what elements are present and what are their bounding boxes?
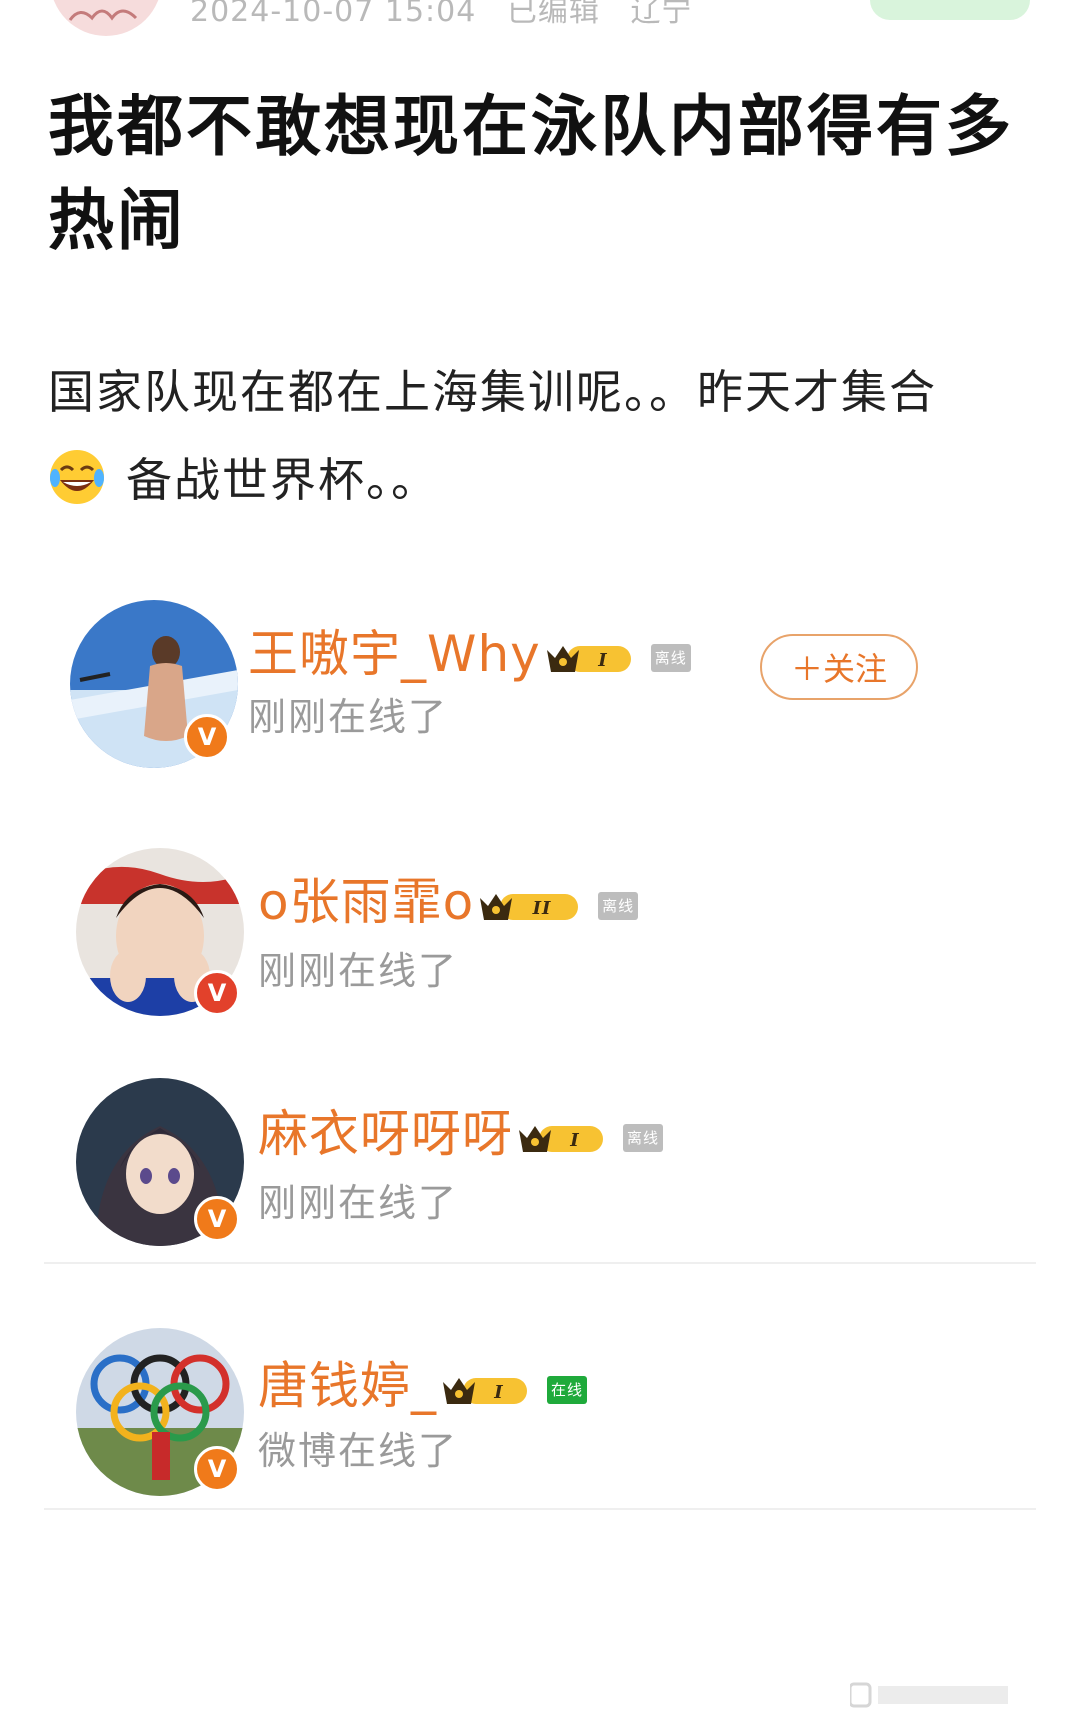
svg-text:I: I	[597, 650, 607, 671]
offline-status-tag: 离线	[623, 1123, 663, 1152]
user-name[interactable]: 唐钱婷_	[258, 1357, 437, 1415]
svg-text:II: II	[532, 898, 552, 919]
verified-badge-icon: V	[184, 714, 230, 760]
edited-label: 已编辑	[506, 0, 600, 29]
post-meta: 2024-10-07 15:04 已编辑 辽宁	[190, 0, 712, 30]
post-title: 我都不敢想现在泳队内部得有多热闹	[48, 88, 1014, 259]
svg-text:I: I	[569, 1130, 579, 1151]
user-name-line[interactable]: 王嗷宇_Why I 离线	[248, 614, 691, 686]
section-divider	[44, 1262, 1036, 1264]
weibo-watermark-icon	[850, 1682, 1008, 1708]
crown-level-badge-icon: I	[443, 1377, 527, 1404]
offline-status-tag: 离线	[598, 891, 639, 920]
follow-button[interactable]: ＋关注	[760, 634, 918, 700]
user-status: 微博在线了	[258, 1429, 459, 1473]
user-name[interactable]: o张雨霏o	[258, 873, 474, 931]
user-status: 刚刚在线了	[248, 695, 449, 739]
verified-badge-icon: V	[194, 1196, 240, 1242]
user-name[interactable]: 王嗷宇_Why	[248, 625, 541, 683]
user-name[interactable]: 麻衣呀呀呀	[258, 1105, 513, 1163]
post-body-line-2-text: 备战世界杯。。	[126, 453, 439, 507]
laughing-tears-emoji-icon	[50, 450, 104, 504]
post-date: 2024-10-07 15:04	[190, 0, 477, 29]
post-body: 国家队现在都在上海集训呢。。昨天才集合 备战世界杯。。	[48, 348, 1038, 524]
user-name-line[interactable]: o张雨霏o II 离线	[258, 862, 639, 934]
offline-status-tag: 离线	[650, 643, 691, 672]
crown-level-badge-icon: I	[546, 645, 631, 672]
user-name-line[interactable]: 唐钱婷_ I 在线	[258, 1346, 587, 1418]
user-name-line[interactable]: 麻衣呀呀呀 I 离线	[258, 1094, 663, 1166]
verified-badge-icon: V	[194, 970, 240, 1016]
section-divider	[44, 1508, 1036, 1510]
user-status: 刚刚在线了	[258, 949, 459, 993]
user-status: 刚刚在线了	[258, 1181, 459, 1225]
follow-author-button[interactable]	[870, 0, 1030, 20]
crown-level-badge-icon: I	[519, 1125, 603, 1152]
online-status-tag: 在线	[547, 1375, 587, 1404]
post-body-line-2: 备战世界杯。。	[48, 436, 1038, 524]
svg-text:I: I	[493, 1382, 503, 1403]
crown-level-badge-icon: II	[480, 893, 579, 920]
author-avatar[interactable]	[50, 0, 162, 36]
post-location: 辽宁	[630, 0, 693, 29]
verified-badge-icon: V	[194, 1446, 240, 1492]
post-body-line-1: 国家队现在都在上海集训呢。。昨天才集合	[48, 365, 937, 419]
